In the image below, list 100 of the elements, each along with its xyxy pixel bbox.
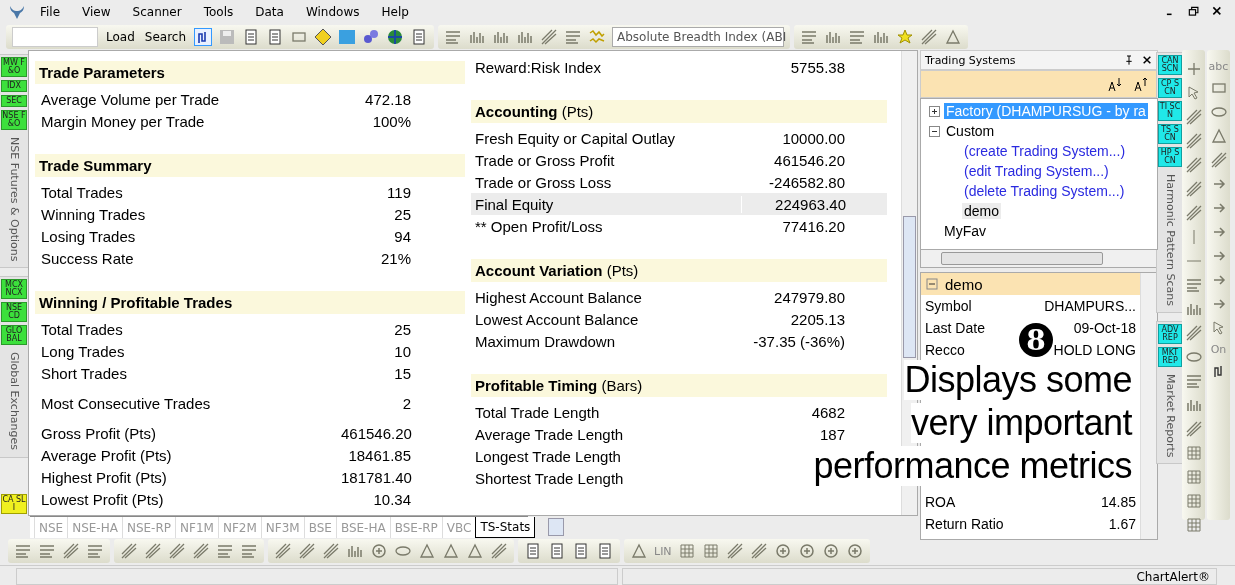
stat-value: -37.35 (-36%) [752,332,845,350]
stat-value: 247979.80 [773,288,845,306]
section-header: Trade Parameters [35,61,465,84]
strip-label[interactable]: NSE Futures & Options [7,133,21,266]
menu-item[interactable]: Data [245,3,294,21]
stat-label: Maximum Drawdown [474,332,617,350]
section-header: Winning / Profitable Trades [35,291,465,314]
stat-value: 10000.00 [781,129,845,147]
stat-value: 18461.85 [347,446,411,464]
annotation-text: very important [910,403,1132,443]
strip-label[interactable]: Harmonic Pattern Scans [1163,170,1177,310]
section-header: Accounting (Pts) [471,100,887,123]
tree-item[interactable]: (delete Trading System...) [962,183,1127,199]
stat-label: Losing Trades [40,227,137,245]
trend-icon[interactable] [540,28,559,46]
menu-item[interactable]: File [30,3,71,21]
toolbar-button[interactable]: Search [142,29,189,45]
scan-badge[interactable]: CA SLI [1,494,27,514]
stat-value: 77416.20 [781,217,845,235]
trend-icon[interactable] [490,542,508,560]
annotation-text: Displays some [904,360,1132,400]
list-icon[interactable] [240,542,258,560]
detail-label: Return Ratio [925,516,1004,532]
details-title: demo [945,275,983,293]
stat-label: Reward:Risk Index [474,58,602,76]
scroll-left-button[interactable] [548,518,564,536]
menu-item[interactable]: Scanner [122,3,192,21]
grid-icon[interactable] [677,542,696,560]
tree-item[interactable]: Custom [944,123,997,139]
expand-icon[interactable] [929,105,940,117]
scan-badge[interactable]: IDX [1,80,27,92]
scrollbar[interactable] [920,250,1158,268]
stat-value: 94 [393,227,411,245]
sheet-tab[interactable]: TS-Stats [475,517,536,538]
line-icon[interactable] [1184,108,1203,126]
status-text: ChartAlert® [1136,569,1210,584]
grid-icon[interactable] [1184,468,1203,486]
stat-label: Average Volume per Trade [40,90,221,108]
tree-item[interactable]: (create Trading System...) [962,143,1128,159]
grid-icon[interactable] [1184,492,1203,510]
stat-value: 461546.20 [773,151,845,169]
stat-value: -246582.80 [768,173,845,191]
grid-icon[interactable] [1184,516,1203,534]
scan-badge[interactable]: CP SCN [1158,78,1182,98]
stat-value: 472.18 [364,90,411,108]
stat-label: Total Trades [40,183,124,201]
stat-label: Long Trades [40,342,126,360]
scan-badge[interactable]: NSE CD [1,302,27,323]
tree-item[interactable]: (edit Trading System...) [962,163,1111,179]
scan-badge[interactable]: SEC [1,95,27,107]
scan-badge[interactable]: CAN SCN [1158,55,1182,75]
detail-value: 14.85 [1100,494,1136,510]
triangle-icon[interactable] [1209,127,1228,145]
line-icon[interactable] [1184,156,1203,174]
tree-item[interactable]: demo [962,203,1002,219]
scan-badge[interactable]: MCX NCX [1,279,27,300]
stat-label: Highest Account Balance [474,288,643,306]
indicator-dropdown[interactable]: Absolute Breadth Index (ABI [612,27,785,47]
menu-item[interactable]: Tools [193,3,244,21]
panel-title: Trading Systems [925,53,1016,67]
diamond-icon[interactable] [314,28,333,46]
stat-value: 25 [393,205,411,223]
stat-label: Success Rate [40,249,135,267]
globe-icon[interactable] [386,28,405,46]
tree-item[interactable]: MyFav [942,223,988,239]
detail-value: 1.67 [1108,516,1136,532]
menu-item[interactable]: Windows [295,3,370,21]
stat-label: Short Trades [40,364,128,382]
stat-value: 4682 [810,403,845,421]
strip-label[interactable]: Market Reports [1163,369,1177,462]
scan-badge[interactable]: GLO BAL [1,325,27,346]
stat-label: Final Equity [471,195,742,213]
stat-label: Margin Money per Trade [40,112,206,130]
strip-label[interactable]: Global Exchanges [7,348,21,455]
scan-badge[interactable]: MKT REP [1158,346,1182,367]
grid-icon[interactable] [1184,444,1203,462]
list-icon[interactable] [216,542,234,560]
detail-label: ROA [925,494,956,510]
stat-label: Trade or Gross Loss [474,173,613,191]
search-field[interactable] [12,27,98,47]
scan-badge[interactable]: MW F&O [1,57,27,77]
scan-badge[interactable]: ADV REP [1158,323,1182,344]
menu-item[interactable]: View [72,3,121,21]
stat-label: Gross Profit (Pts) [40,424,157,442]
star-icon[interactable] [896,28,915,46]
scan-badge[interactable]: NSE F&O [1,110,27,130]
toolbar-button[interactable]: Load [104,29,137,45]
scan-badge[interactable]: HP SCN [1158,147,1182,167]
stat-label: Lowest Account Balance [474,310,640,328]
chart-icon[interactable] [194,28,213,46]
stat-value: 25 [393,320,411,338]
collapse-icon[interactable] [929,125,940,137]
stat-value: 10.34 [372,490,411,508]
scan-badge[interactable]: TS SCN [1158,124,1182,144]
scan-badge[interactable]: TI SCN [1158,101,1182,121]
line-icon[interactable] [1184,132,1203,150]
menu-item[interactable]: Help [371,3,419,21]
stat-label: Average Profit (Pts) [40,446,173,464]
zoom-in-icon[interactable] [821,542,840,560]
stat-value: 119 [386,183,411,201]
